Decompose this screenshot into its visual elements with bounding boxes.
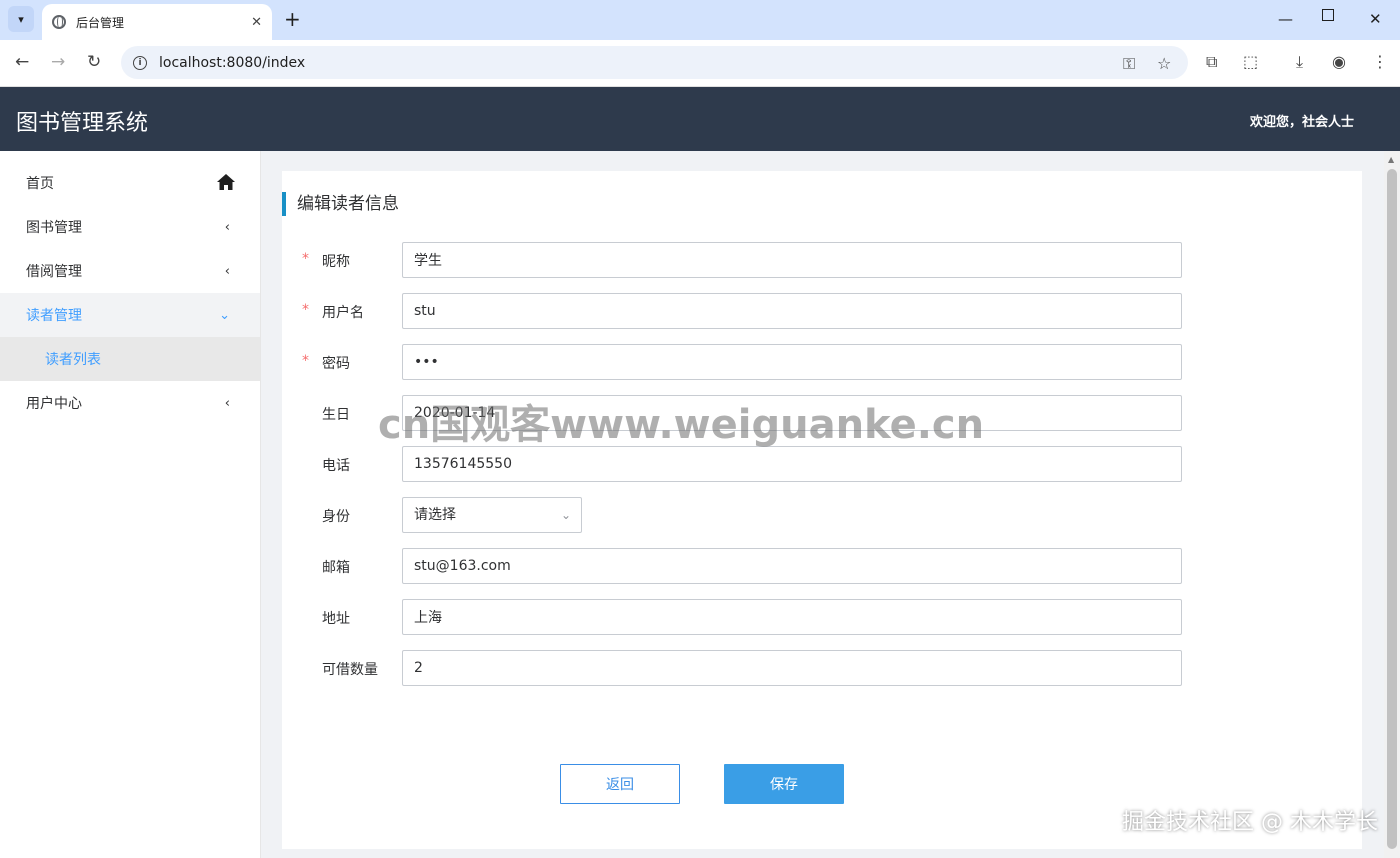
home-icon xyxy=(217,174,235,190)
sidebar-item-label: 用户中心 xyxy=(26,396,82,412)
required-mark: * xyxy=(302,353,309,369)
url-text[interactable]: localhost:8080/index xyxy=(159,55,305,71)
birthday-label: 生日 xyxy=(322,407,350,423)
sidebar-item-label: 借阅管理 xyxy=(26,264,82,280)
edit-form-card: 编辑读者信息 * 昵称 * 用户名 * 密码 ••• 生日 电话 身份 xyxy=(282,171,1362,849)
required-mark: * xyxy=(302,251,309,267)
center-watermark: cn国观客www.weiguanke.cn xyxy=(378,402,985,448)
chevron-left-icon: ‹ xyxy=(224,263,230,279)
welcome-text[interactable]: 欢迎您，社会人士 xyxy=(1250,111,1354,130)
sidebar-item-home[interactable]: 首页 xyxy=(0,161,260,205)
site-info-icon[interactable]: i xyxy=(133,55,147,70)
borrow-limit-label: 可借数量 xyxy=(322,662,378,678)
screenshot-icon[interactable]: ⧉ xyxy=(1206,52,1217,72)
nickname-label: 昵称 xyxy=(322,254,350,270)
browser-tab[interactable]: 后台管理 ✕ xyxy=(42,4,272,40)
required-mark: * xyxy=(302,302,309,318)
password-label: 密码 xyxy=(322,356,350,372)
address-bar-row: ← → ↻ i localhost:8080/index ⚿ ☆ xyxy=(0,40,1400,87)
browser-tab-strip: ▾ 后台管理 ✕ + — ✕ xyxy=(0,0,1400,40)
tab-search-button[interactable]: ▾ xyxy=(8,6,34,32)
chevron-left-icon: ‹ xyxy=(224,395,230,411)
globe-icon xyxy=(52,15,66,29)
identity-select[interactable]: 请选择 ⌄ xyxy=(402,497,582,533)
main-content: 编辑读者信息 * 昵称 * 用户名 * 密码 ••• 生日 电话 身份 xyxy=(261,151,1384,858)
key-icon[interactable]: ⚿ xyxy=(1123,54,1135,74)
reload-icon[interactable]: ↻ xyxy=(87,52,101,72)
vertical-scrollbar[interactable]: ▲ xyxy=(1384,151,1400,858)
username-input[interactable] xyxy=(402,293,1182,329)
phone-label: 电话 xyxy=(322,458,350,474)
address-input[interactable] xyxy=(402,599,1182,635)
tab-title: 后台管理 xyxy=(76,15,125,30)
email-label: 邮箱 xyxy=(322,560,350,576)
save-button[interactable]: 保存 xyxy=(724,764,844,804)
sidebar-item-readers[interactable]: 读者管理 ⌄ xyxy=(0,293,260,337)
form-row-nickname: * 昵称 xyxy=(282,242,1362,278)
extensions-icon[interactable]: ⬚ xyxy=(1243,52,1258,71)
email-input[interactable] xyxy=(402,548,1182,584)
profile-icon[interactable]: ◉ xyxy=(1332,52,1346,71)
scrollbar-thumb[interactable] xyxy=(1387,169,1397,849)
form-row-phone: 电话 xyxy=(282,446,1362,482)
identity-label: 身份 xyxy=(322,509,350,525)
download-icon[interactable]: ⤓ xyxy=(1296,52,1303,72)
chevron-down-icon: ▾ xyxy=(18,12,24,26)
form-row-address: 地址 xyxy=(282,599,1362,635)
sidebar-item-label: 首页 xyxy=(26,176,54,192)
chevron-down-icon: ⌄ xyxy=(560,508,571,522)
sidebar-item-user-center[interactable]: 用户中心 ‹ xyxy=(0,381,260,425)
maximize-icon[interactable] xyxy=(1322,9,1334,21)
omnibox[interactable]: i localhost:8080/index ⚿ ☆ xyxy=(121,46,1188,79)
tab-close-icon[interactable]: ✕ xyxy=(251,15,262,30)
username-label: 用户名 xyxy=(322,305,364,321)
sidebar-subitem-reader-list[interactable]: 读者列表 xyxy=(0,337,260,381)
form-title: 编辑读者信息 xyxy=(282,192,399,216)
address-label: 地址 xyxy=(322,611,350,627)
window-close-icon[interactable]: ✕ xyxy=(1369,10,1382,28)
borrow-limit-input[interactable] xyxy=(402,650,1182,686)
identity-selected-value: 请选择 xyxy=(414,507,456,523)
bookmark-star-icon[interactable]: ☆ xyxy=(1157,54,1171,73)
form-row-identity: 身份 请选择 ⌄ xyxy=(282,497,1362,533)
sidebar-item-label: 图书管理 xyxy=(26,220,82,236)
form-row-email: 邮箱 xyxy=(282,548,1362,584)
form-row-borrow-limit: 可借数量 xyxy=(282,650,1362,686)
chevron-down-icon: ⌄ xyxy=(219,307,230,323)
app-title: 图书管理系统 xyxy=(16,111,149,136)
sidebar: 首页 图书管理 ‹ 借阅管理 ‹ 读者管理 ⌄ 读者列表 用户中心 ‹ xyxy=(0,151,261,858)
new-tab-button[interactable]: + xyxy=(284,8,301,30)
back-button[interactable]: 返回 xyxy=(560,764,680,804)
chevron-left-icon: ‹ xyxy=(224,219,230,235)
phone-input[interactable] xyxy=(402,446,1182,482)
sidebar-item-borrow[interactable]: 借阅管理 ‹ xyxy=(0,249,260,293)
corner-watermark: 掘金技术社区 @ 木木学长 xyxy=(1122,810,1378,835)
app-header: 图书管理系统 欢迎您，社会人士 xyxy=(0,87,1400,151)
password-input[interactable]: ••• xyxy=(402,344,1182,380)
form-row-password: * 密码 ••• xyxy=(282,344,1362,380)
sidebar-item-books[interactable]: 图书管理 ‹ xyxy=(0,205,260,249)
nickname-input[interactable] xyxy=(402,242,1182,278)
minimize-icon[interactable]: — xyxy=(1278,10,1293,28)
more-menu-icon[interactable]: ⋮ xyxy=(1372,52,1388,71)
scroll-up-icon[interactable]: ▲ xyxy=(1388,155,1394,164)
sidebar-item-label: 读者管理 xyxy=(26,308,82,324)
back-arrow-icon[interactable]: ← xyxy=(15,52,29,72)
forward-arrow-icon[interactable]: → xyxy=(51,52,65,72)
form-row-username: * 用户名 xyxy=(282,293,1362,329)
sidebar-subitem-label: 读者列表 xyxy=(45,352,101,368)
